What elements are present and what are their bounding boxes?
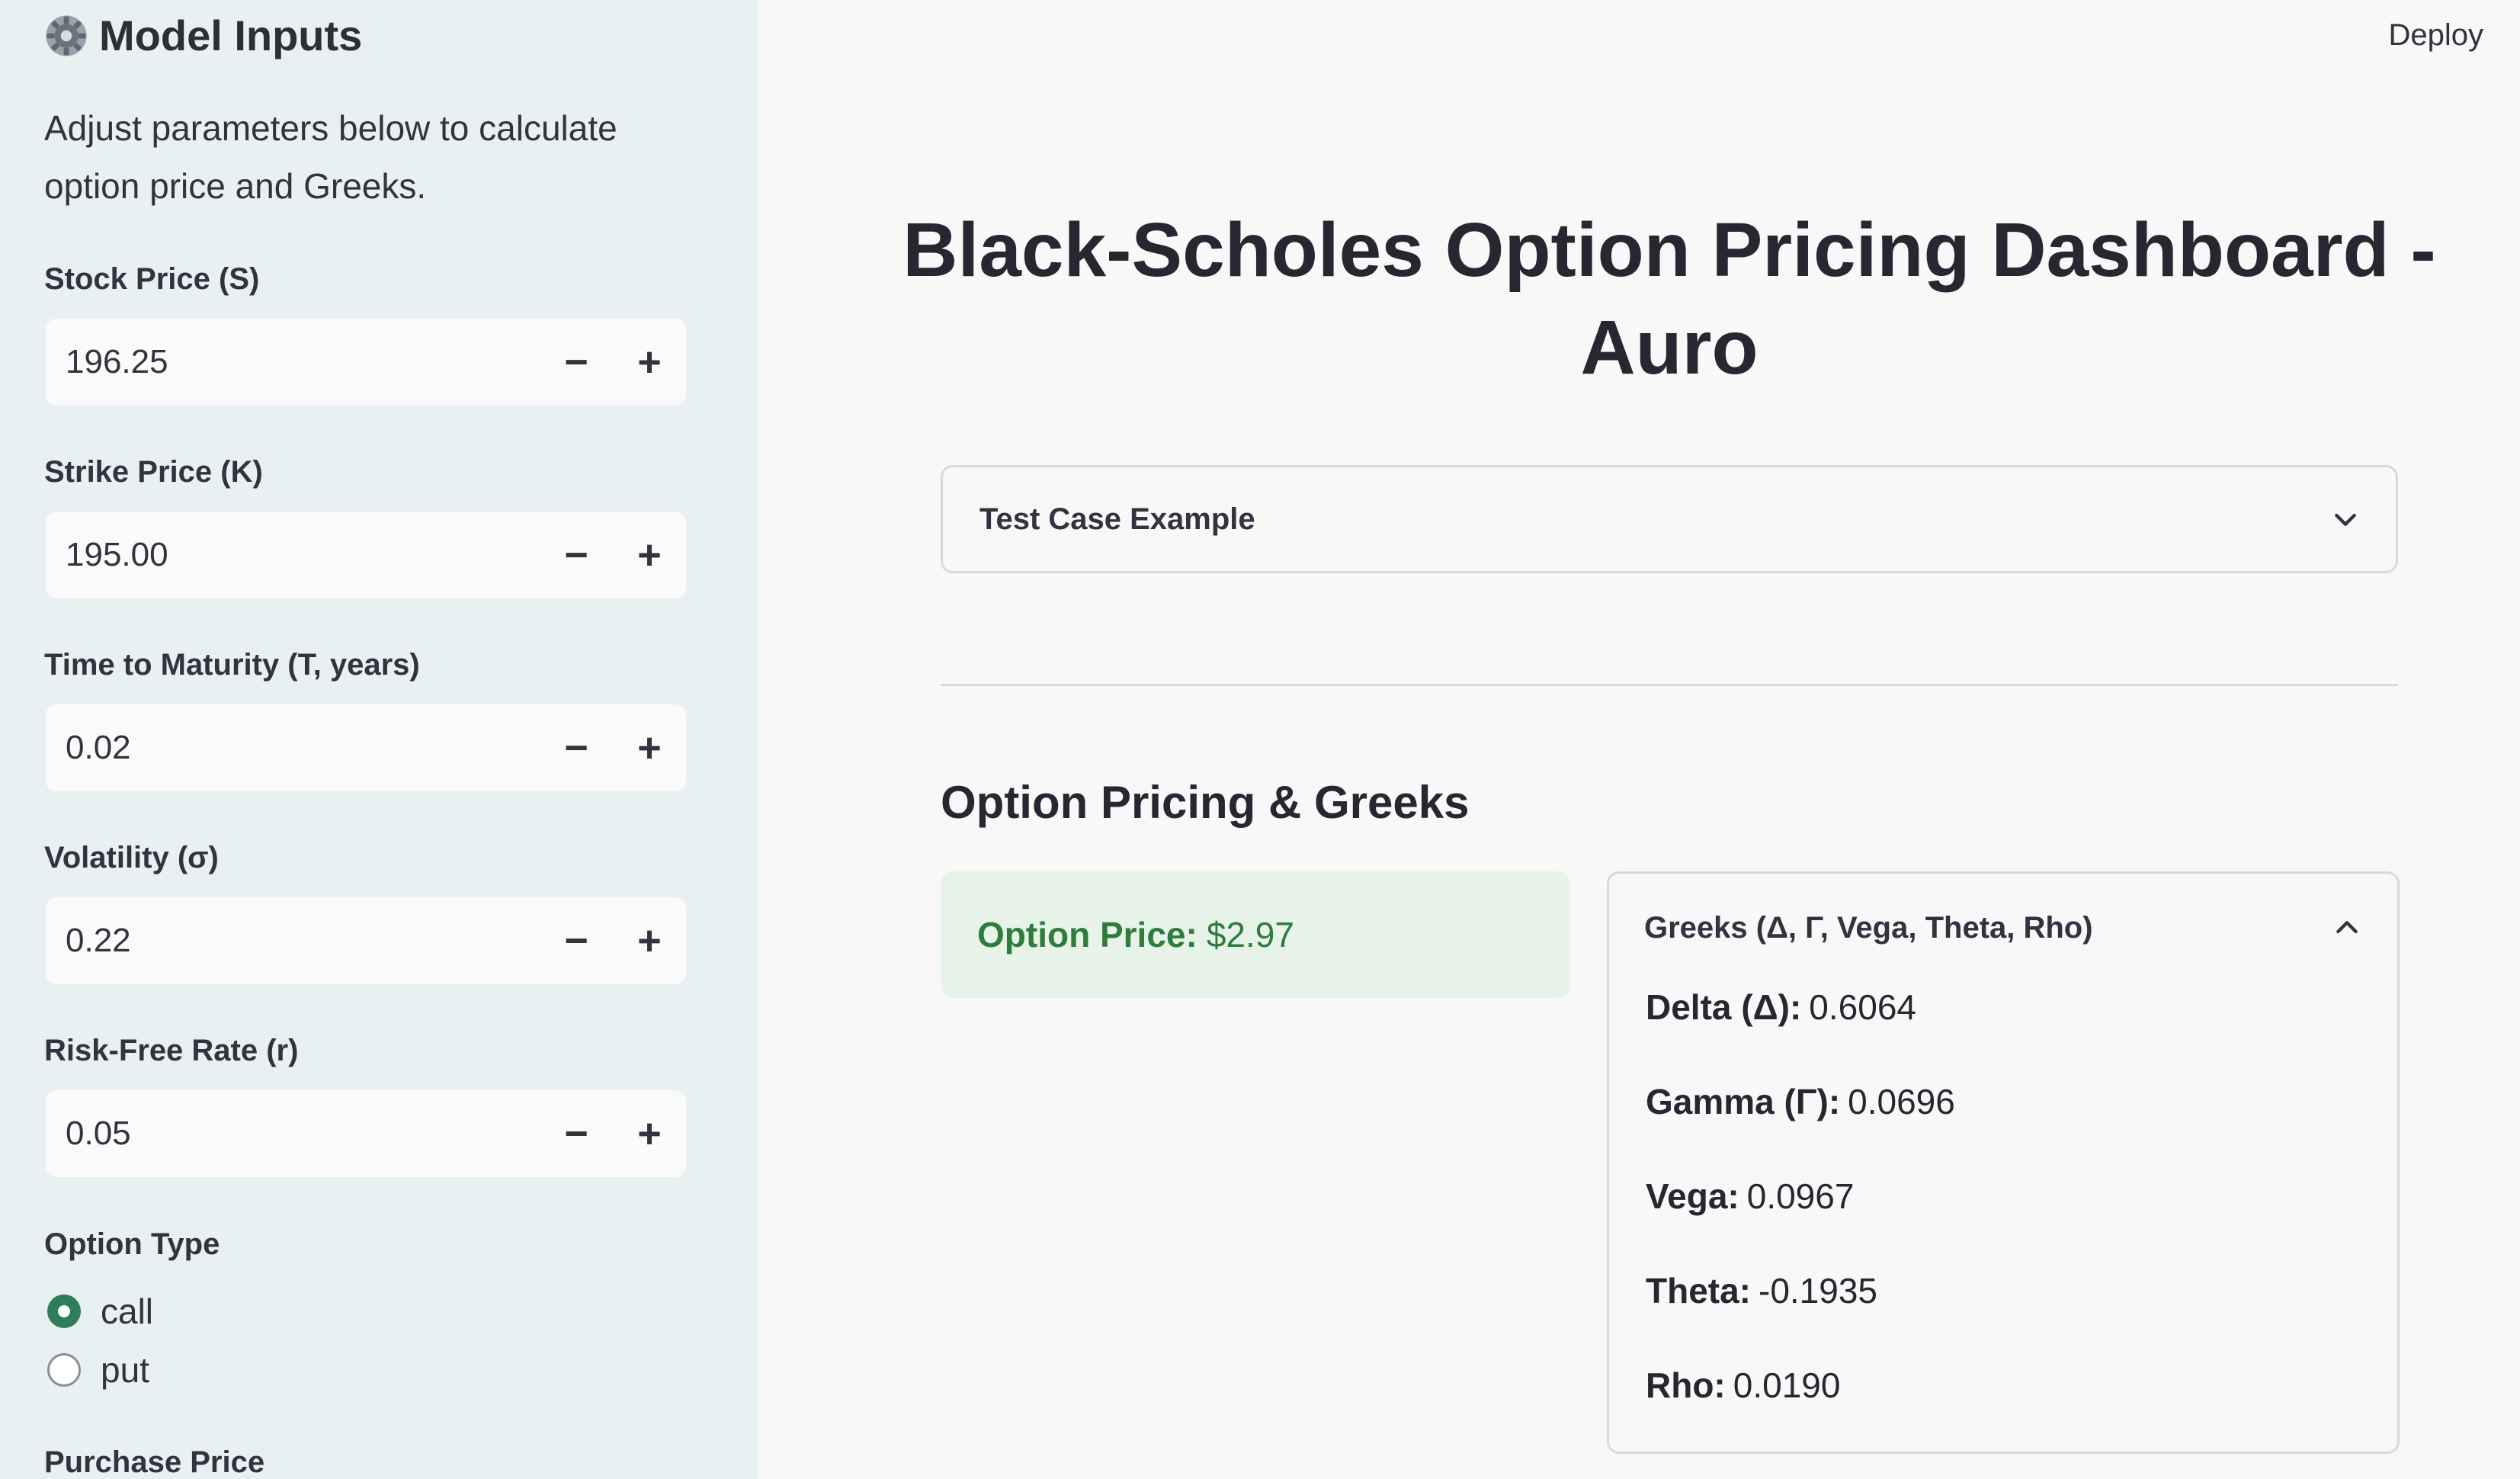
- greek-vega-label: Vega:: [1646, 1176, 1739, 1216]
- test-case-expander-header[interactable]: Test Case Example: [943, 467, 2396, 571]
- time-to-maturity-input: 0.02 − +: [46, 704, 686, 791]
- deploy-button[interactable]: Deploy: [2388, 18, 2483, 53]
- sidebar-description: Adjust parameters below to calculate opt…: [44, 108, 617, 206]
- greek-theta-value: -0.1935: [1759, 1271, 1878, 1311]
- time-to-maturity-increment-button[interactable]: +: [613, 704, 686, 791]
- stock-price-label: Stock Price (S): [44, 262, 260, 296]
- time-to-maturity-label: Time to Maturity (T, years): [44, 648, 420, 682]
- greek-vega-value: 0.0967: [1746, 1176, 1855, 1216]
- option-type-label: Option Type: [44, 1227, 220, 1261]
- sidebar: Model Inputs Adjust parameters below to …: [0, 0, 758, 1479]
- greek-theta: Theta: -0.1935: [1646, 1270, 1877, 1311]
- page-title: Black-Scholes Option Pricing Dashboard -…: [903, 207, 2436, 390]
- volatility-input: 0.22 − +: [46, 897, 686, 984]
- stock-price-decrement-button[interactable]: −: [540, 319, 613, 406]
- option-price-label: Option Price:: [977, 915, 1197, 954]
- risk-free-rate-decrement-button[interactable]: −: [540, 1090, 613, 1177]
- option-type-call-label: call: [101, 1291, 154, 1331]
- strike-price-input: 195.00 − +: [46, 512, 686, 598]
- radio-unselected-icon[interactable]: [47, 1353, 81, 1387]
- volatility-label: Volatility (σ): [44, 841, 219, 874]
- greek-delta: Delta (Δ): 0.6064: [1646, 987, 1916, 1028]
- option-type-call-radio[interactable]: call: [47, 1291, 153, 1332]
- purchase-price-label: Purchase Price: [44, 1445, 265, 1479]
- stock-price-input: 196.25 − +: [46, 319, 686, 406]
- greek-gamma-label: Gamma (Γ):: [1646, 1082, 1841, 1121]
- greek-gamma-value: 0.0696: [1848, 1082, 1955, 1121]
- greek-delta-label: Delta (Δ):: [1646, 987, 1802, 1027]
- greek-delta-value: 0.6064: [1809, 987, 1916, 1027]
- option-price-value: $2.97: [1206, 915, 1294, 954]
- strike-price-label: Strike Price (K): [44, 455, 263, 489]
- strike-price-increment-button[interactable]: +: [613, 512, 686, 598]
- chevron-up-icon[interactable]: [2332, 913, 2362, 943]
- volatility-value[interactable]: 0.22: [46, 922, 540, 960]
- volatility-decrement-button[interactable]: −: [540, 897, 613, 984]
- option-type-put-radio[interactable]: put: [47, 1349, 149, 1391]
- greek-vega: Vega: 0.0967: [1646, 1176, 1854, 1217]
- gear-icon: [46, 14, 87, 56]
- volatility-increment-button[interactable]: +: [613, 897, 686, 984]
- time-to-maturity-decrement-button[interactable]: −: [540, 704, 613, 791]
- risk-free-rate-increment-button[interactable]: +: [613, 1090, 686, 1177]
- stock-price-value[interactable]: 196.25: [46, 343, 540, 381]
- section-title: Option Pricing & Greeks: [941, 777, 1470, 828]
- app-root: Model Inputs Adjust parameters below to …: [0, 0, 2520, 1479]
- risk-free-rate-label: Risk-Free Rate (r): [44, 1034, 299, 1067]
- time-to-maturity-value[interactable]: 0.02: [46, 729, 540, 767]
- greek-rho: Rho: 0.0190: [1646, 1365, 1840, 1406]
- test-case-expander-label: Test Case Example: [979, 502, 1255, 536]
- strike-price-value[interactable]: 195.00: [46, 536, 540, 574]
- greek-rho-label: Rho:: [1646, 1365, 1726, 1405]
- greeks-expander-label: Greeks (Δ, Γ, Vega, Theta, Rho): [1644, 910, 2093, 945]
- risk-free-rate-input: 0.05 − +: [46, 1090, 686, 1177]
- greeks-expander: Greeks (Δ, Γ, Vega, Theta, Rho) Delta (Δ…: [1607, 871, 2400, 1454]
- greek-theta-label: Theta:: [1646, 1271, 1751, 1311]
- sidebar-title-text: Model Inputs: [99, 11, 363, 59]
- stock-price-increment-button[interactable]: +: [613, 319, 686, 406]
- risk-free-rate-value[interactable]: 0.05: [46, 1115, 540, 1153]
- radio-selected-icon[interactable]: [47, 1295, 81, 1328]
- test-case-expander[interactable]: Test Case Example: [941, 465, 2398, 573]
- option-type-put-label: put: [101, 1350, 149, 1390]
- greeks-expander-header[interactable]: Greeks (Δ, Γ, Vega, Theta, Rho): [1609, 874, 2397, 982]
- chevron-down-icon[interactable]: [2330, 504, 2361, 534]
- strike-price-decrement-button[interactable]: −: [540, 512, 613, 598]
- option-price-alert: Option Price: $2.97: [941, 871, 1570, 998]
- sidebar-title: Model Inputs: [44, 11, 362, 60]
- greek-rho-value: 0.0190: [1733, 1365, 1841, 1405]
- section-divider: [941, 684, 2398, 686]
- greek-gamma: Gamma (Γ): 0.0696: [1646, 1081, 1955, 1122]
